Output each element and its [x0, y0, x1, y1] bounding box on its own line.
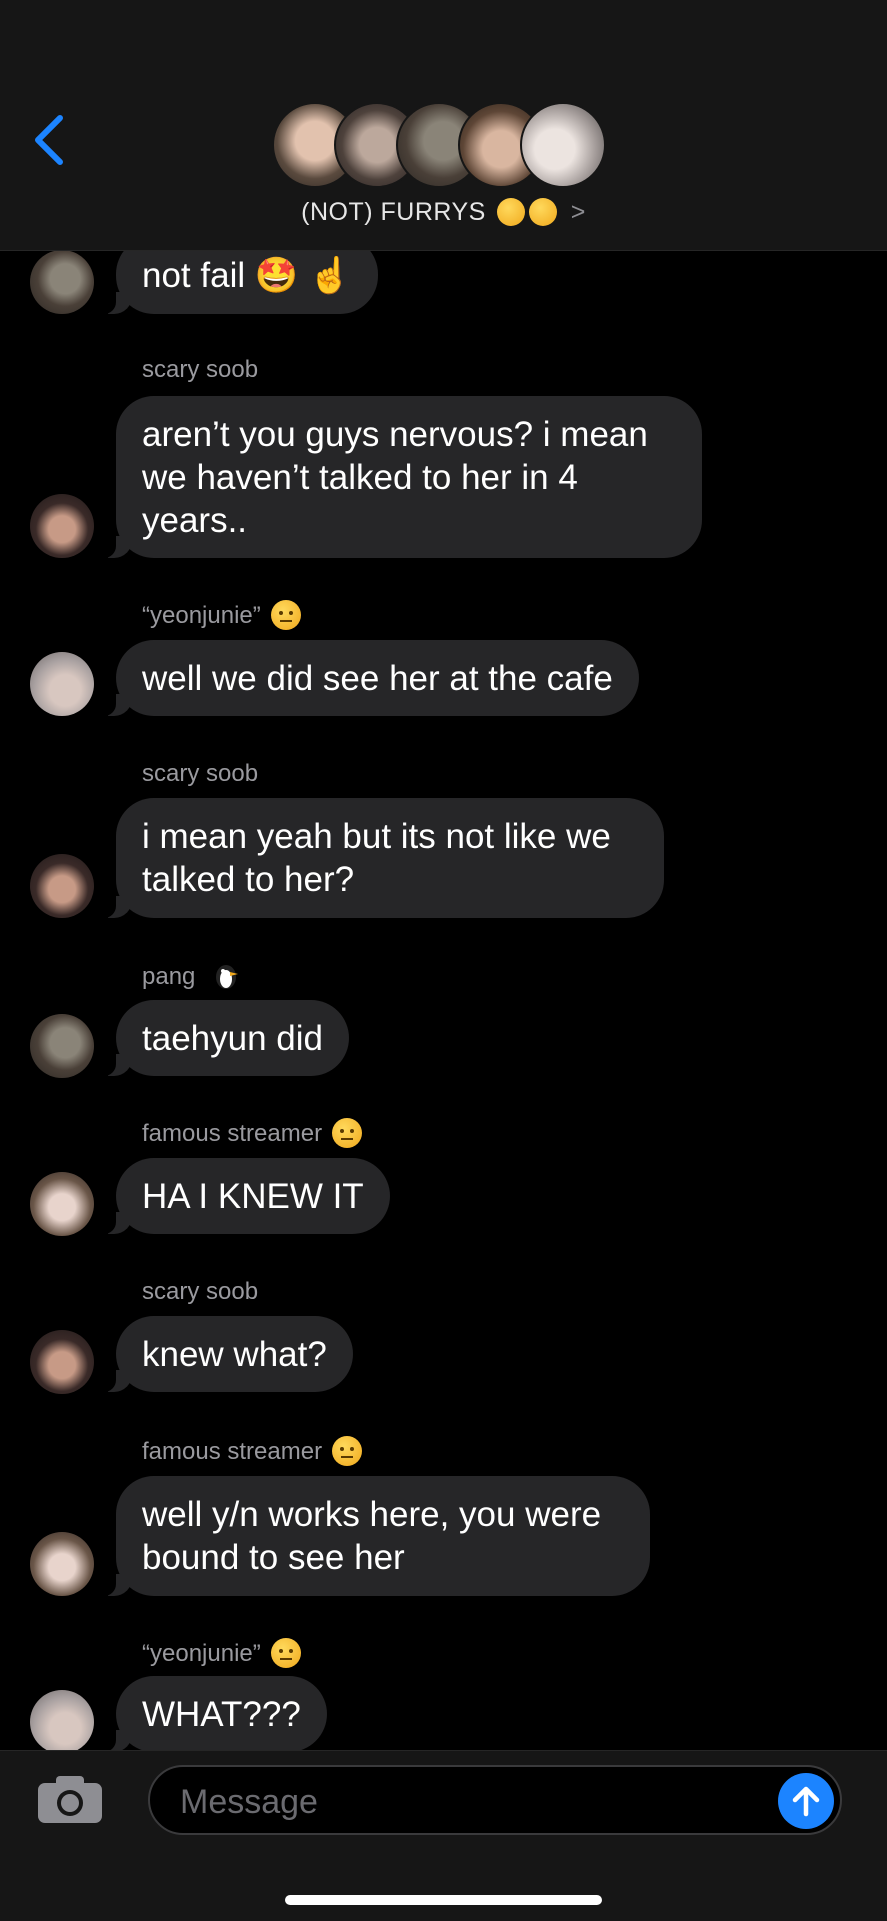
message-text: well we did see her at the cafe — [142, 658, 613, 698]
message-text: WHAT??? — [142, 1694, 301, 1734]
arrow-up-icon — [792, 1786, 820, 1817]
message-input-field[interactable] — [148, 1765, 842, 1835]
message-text: well y/n works here, you were bound to s… — [142, 1495, 602, 1577]
camera-button[interactable] — [36, 1773, 104, 1825]
avatar[interactable] — [30, 1014, 94, 1078]
message-text: taehyun did — [142, 1018, 323, 1058]
home-indicator[interactable] — [285, 1895, 602, 1905]
message-text: not fail 🤩 ☝️ — [142, 255, 352, 295]
group-name: (NOT) FURRYS — [301, 198, 486, 226]
message-thread[interactable]: not fail 🤩 ☝️ scary soob aren’t you guys… — [0, 0, 887, 1750]
camera-icon — [38, 1776, 102, 1823]
message-text: HA I KNEW IT — [142, 1176, 364, 1216]
message-input[interactable] — [178, 1779, 742, 1825]
sender-name: scary soob — [142, 356, 259, 383]
sender-name: famous streamer — [142, 1118, 363, 1148]
message-bubble[interactable]: taehyun did — [102, 1000, 349, 1076]
avatar[interactable] — [30, 854, 94, 918]
message-bubble[interactable]: well y/n works here, you were bound to s… — [102, 1476, 650, 1596]
participant-avatar — [520, 102, 606, 188]
persevering-face-emoji-icon — [497, 198, 526, 226]
conversation-header: (NOT) FURRYS > — [0, 0, 887, 251]
message-bubble[interactable]: HA I KNEW IT — [102, 1158, 390, 1234]
message-text: aren’t you guys nervous? i mean we haven… — [142, 414, 648, 540]
penguin-emoji-icon — [216, 965, 239, 989]
sender-name: scary soob — [142, 760, 259, 787]
message-bubble[interactable]: WHAT??? — [102, 1676, 327, 1750]
chevron-left-icon — [35, 115, 63, 165]
sender-name: famous streamer — [142, 1436, 363, 1466]
raised-eyebrow-emoji-icon — [332, 1118, 363, 1148]
avatar[interactable] — [30, 1330, 94, 1394]
sender-name: scary soob — [142, 1278, 259, 1305]
raised-eyebrow-emoji-icon — [270, 1638, 301, 1668]
message-bubble[interactable]: well we did see her at the cafe — [102, 640, 639, 716]
avatar[interactable] — [30, 1690, 94, 1750]
send-button[interactable] — [778, 1773, 834, 1829]
avatar[interactable] — [30, 494, 94, 558]
sender-name: pang — [142, 962, 242, 991]
back-button[interactable] — [30, 112, 70, 168]
sender-name: “yeonjunie” — [142, 600, 301, 630]
avatar[interactable] — [30, 1532, 94, 1596]
message-text: knew what? — [142, 1334, 327, 1374]
avatar[interactable] — [30, 250, 94, 314]
message-bubble[interactable]: knew what? — [102, 1316, 353, 1392]
chevron-right-icon: > — [570, 198, 586, 226]
raised-eyebrow-emoji-icon — [270, 600, 301, 630]
message-bubble[interactable]: aren’t you guys nervous? i mean we haven… — [102, 396, 702, 558]
avatar[interactable] — [30, 652, 94, 716]
avatar[interactable] — [30, 1172, 94, 1236]
group-name-button[interactable]: (NOT) FURRYS > — [0, 198, 887, 227]
raised-eyebrow-emoji-icon — [332, 1436, 363, 1466]
persevering-face-emoji-icon — [529, 198, 558, 226]
sender-name: “yeonjunie” — [142, 1638, 301, 1668]
message-bubble[interactable]: i mean yeah but its not like we talked t… — [102, 798, 664, 918]
group-avatars[interactable] — [272, 102, 612, 188]
message-text: i mean yeah but its not like we talked t… — [142, 817, 611, 899]
